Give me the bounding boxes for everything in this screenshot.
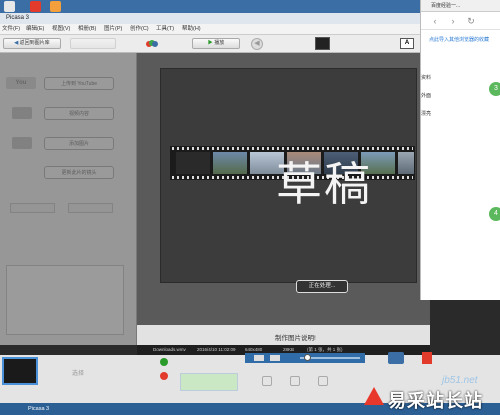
logo-triangle-icon <box>364 387 384 405</box>
settings-field-2[interactable] <box>68 203 113 213</box>
draft-watermark: 草稿 <box>276 157 372 211</box>
prev-icon[interactable]: ◀ <box>251 38 263 50</box>
color-wheel-icon[interactable] <box>146 39 158 49</box>
text-tool-icon[interactable]: A <box>400 38 414 49</box>
youtube-logo-icon: You <box>6 77 36 89</box>
play-button[interactable]: ▶ 播放 <box>192 38 240 49</box>
person-icon[interactable] <box>388 352 404 364</box>
back-icon[interactable]: ‹ <box>429 15 441 27</box>
thumbnail-icon[interactable] <box>315 37 330 50</box>
app-icon[interactable] <box>4 1 15 12</box>
menu-view[interactable]: 视图(V) <box>52 24 70 35</box>
rotate-icon[interactable] <box>262 376 272 386</box>
taskbar-app-label[interactable]: Picasa 3 <box>28 406 49 412</box>
desktop-taskbar <box>0 0 430 13</box>
logo-text: 易采站长站 <box>388 391 483 412</box>
processing-button[interactable]: 正在处理... <box>296 280 348 293</box>
caption-text[interactable]: 制作图片说明! <box>275 332 316 342</box>
play-label: 播放 <box>214 40 225 46</box>
menu-bar: 文件(F) 编辑(E) 视图(V) 相册(B) 图片(P) 创作(C) 工具(T… <box>0 24 430 35</box>
step-badge: 4 <box>489 207 500 221</box>
menu-help[interactable]: 帮助(H) <box>182 24 201 35</box>
upload-youtube-button[interactable]: 上传到 YouTube <box>44 77 114 90</box>
timestamp: 2016/4/10 11:02:09 <box>197 347 236 352</box>
grid-icon[interactable] <box>270 355 280 361</box>
site-logo: jb51.net 易采站长站 <box>360 375 500 415</box>
menu-picture[interactable]: 图片(P) <box>104 24 122 35</box>
add-image-icon <box>12 137 32 149</box>
browser-side-panel: 百度经验一... ‹ › ↻ 点此导入其他浏览器的收藏 资料 外面 漂亮 3 4 <box>420 0 500 300</box>
logo-url: jb51.net <box>442 375 478 386</box>
side-item[interactable]: 漂亮 <box>421 110 431 117</box>
side-item[interactable]: 外面 <box>421 92 431 99</box>
side-nav-bar: ‹ › ↻ <box>421 12 500 30</box>
menu-file[interactable]: 文件(F) <box>2 24 20 35</box>
app-icon-orange[interactable] <box>50 1 61 12</box>
print-icon[interactable] <box>318 376 328 386</box>
window-title-bar: Picasa 3 <box>0 13 430 24</box>
refresh-icon[interactable]: ↻ <box>465 15 477 27</box>
share-button[interactable] <box>180 373 238 391</box>
movie-icon <box>12 107 32 119</box>
forward-icon[interactable]: › <box>447 15 459 27</box>
back-label: 返回到图片库 <box>19 40 50 46</box>
selected-thumbnail[interactable] <box>2 357 38 385</box>
side-item[interactable]: 资料 <box>421 74 431 81</box>
film-frame <box>398 152 414 174</box>
settings-field[interactable] <box>10 203 55 213</box>
film-frame <box>213 152 247 174</box>
movie-maker-panel: You 上传到 YouTube 视频内容 添加图片 更新此片的镜头 <box>0 53 137 345</box>
side-tab-title[interactable]: 百度经验一... <box>421 0 500 12</box>
menu-tools[interactable]: 工具(T) <box>156 24 174 35</box>
clip-list[interactable] <box>6 265 124 335</box>
toolbar: ◀ 返回到图片库 ▶ 播放 ◀ A <box>0 35 430 53</box>
zoom-slider-handle[interactable] <box>304 354 311 361</box>
tag-icon[interactable] <box>422 352 432 364</box>
tray-label: 选择 <box>72 371 85 377</box>
update-clip-button[interactable]: 更新此片的镜头 <box>44 166 114 179</box>
menu-album[interactable]: 相册(B) <box>78 24 96 35</box>
file-name: Downloads.wmv <box>153 347 186 352</box>
window-title: Picasa 3 <box>6 15 30 21</box>
app-icon-red[interactable] <box>30 1 41 12</box>
email-icon[interactable] <box>290 376 300 386</box>
back-to-library-button[interactable]: ◀ 返回到图片库 <box>3 38 61 49</box>
add-icon[interactable] <box>160 358 168 366</box>
import-favorites-link[interactable]: 点此导入其他浏览器的收藏 <box>429 36 489 43</box>
film-frame <box>176 152 210 174</box>
remove-icon[interactable] <box>160 372 168 380</box>
add-image-button[interactable]: 添加图片 <box>44 137 114 150</box>
disabled-toolbar-button <box>70 38 116 49</box>
menu-edit[interactable]: 编辑(E) <box>26 24 44 35</box>
step-badge: 3 <box>489 82 500 96</box>
view-icon[interactable] <box>254 355 264 361</box>
menu-create[interactable]: 创作(C) <box>130 24 149 35</box>
movie-content-button[interactable]: 视频内容 <box>44 107 114 120</box>
